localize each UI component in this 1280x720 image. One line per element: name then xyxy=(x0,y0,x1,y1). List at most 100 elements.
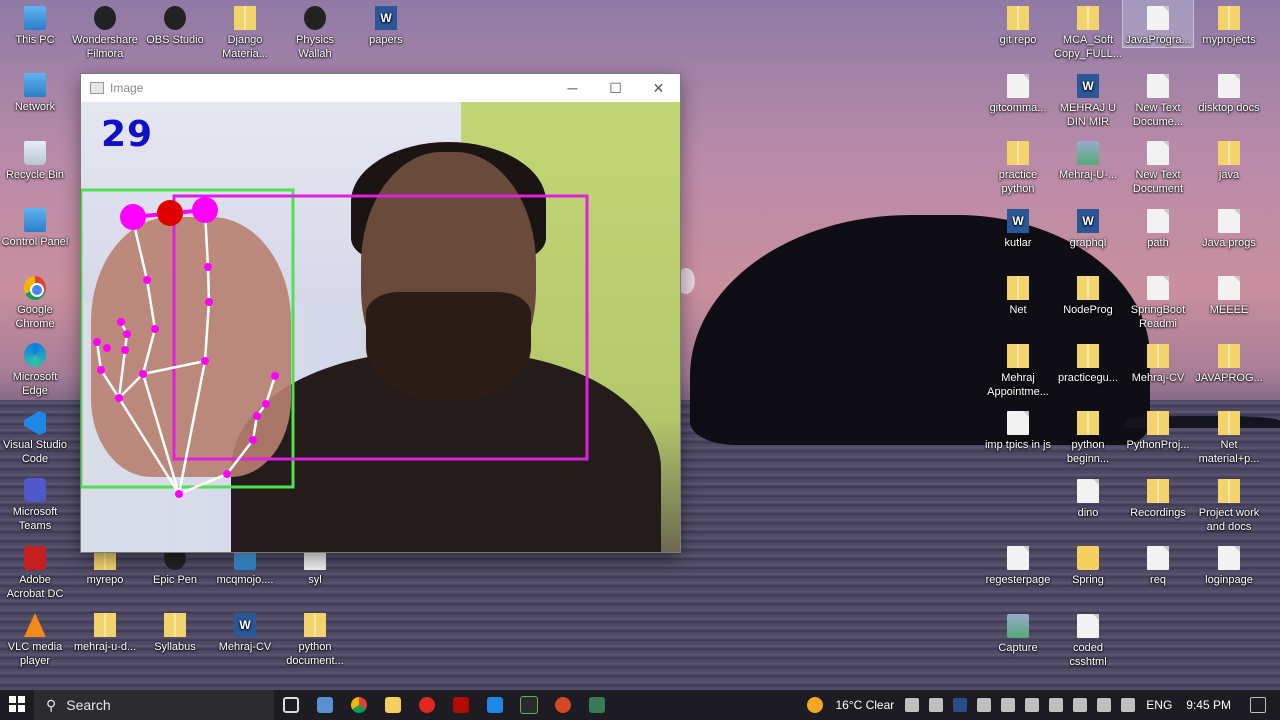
desktop-icon-mehraj-cv[interactable]: W Mehraj-CV xyxy=(210,607,280,654)
desktop-icon-gitcomma[interactable]: gitcomma... xyxy=(983,68,1053,115)
desktop-icon-net-material-p[interactable]: Net material+p... xyxy=(1194,405,1264,466)
desktop-icon-papers[interactable]: Wpapers xyxy=(351,0,421,47)
tray-app-icon-3[interactable] xyxy=(1025,698,1040,712)
desktop-icon-visual-studio-code[interactable]: Visual Studio Code xyxy=(0,405,70,466)
window-title: Image xyxy=(110,81,144,95)
language-indicator[interactable]: ENG xyxy=(1146,698,1172,712)
desktop-icon-path[interactable]: path xyxy=(1123,203,1193,250)
desktop-icon-python-document[interactable]: python document... xyxy=(280,607,350,668)
desktop-icon-net[interactable]: Net xyxy=(983,270,1053,317)
desktop-icon-vlc-media-player[interactable]: VLC media player xyxy=(0,607,70,668)
desktop-icon-practicegu[interactable]: practicegu... xyxy=(1053,338,1123,385)
app-icon-explorer[interactable] xyxy=(308,690,342,720)
desktop-icon-capture[interactable]: Capture xyxy=(983,608,1053,655)
desktop-icon-django-materia[interactable]: Django Materia... xyxy=(210,0,280,61)
desktop-icon-project-work-and-docs[interactable]: Project work and docs xyxy=(1194,473,1264,534)
desktop-icon-microsoft-teams[interactable]: Microsoft Teams xyxy=(0,472,70,533)
desktop-icon-mehraj-u[interactable]: Mehraj-U-... xyxy=(1053,135,1123,182)
search-input[interactable]: Search xyxy=(66,697,110,713)
desktop-icon-springboot-readmi[interactable]: SpringBoot Readmi xyxy=(1123,270,1193,331)
desktop-icon-google-chrome[interactable]: Google Chrome xyxy=(0,270,70,331)
app-icon-opera[interactable] xyxy=(410,690,444,720)
desktop-icon-disktop-docs[interactable]: disktop docs xyxy=(1194,68,1264,115)
desktop-icon-coded-csshtml[interactable]: coded csshtml xyxy=(1053,608,1123,669)
active-tip-marker xyxy=(157,200,183,226)
desktop-icon-this-pc[interactable]: This PC xyxy=(0,0,70,47)
desktop-icon-meeee[interactable]: MEEEE xyxy=(1194,270,1264,317)
notification-icon[interactable] xyxy=(1250,697,1266,713)
desktop-icon-mca-soft-copy-full[interactable]: MCA_Soft Copy_FULL... xyxy=(1053,0,1123,61)
desktop-icon-network[interactable]: Network xyxy=(0,67,70,114)
desktop-icon-control-panel[interactable]: Control Panel xyxy=(0,202,70,249)
app-icon-acrobat[interactable] xyxy=(444,690,478,720)
desktop-icon-mehraj-u-din-mir[interactable]: W MEHRAJ U DIN MIR xyxy=(1053,68,1123,129)
app-icon-powerpoint[interactable] xyxy=(546,690,580,720)
desktop-icon-practice-python[interactable]: practice python xyxy=(983,135,1053,196)
desktop-icon-javaprog[interactable]: JAVAPROG... xyxy=(1194,338,1264,385)
desktop-icon-req[interactable]: req xyxy=(1123,540,1193,587)
taskbar: ⚲ Search 16°C Clear ENG 9:45 PM xyxy=(0,690,1280,720)
clock[interactable]: 9:45 PM xyxy=(1186,698,1231,712)
desktop-icon-nodeprog[interactable]: NodeProg xyxy=(1053,270,1123,317)
tray-volume-icon[interactable] xyxy=(1097,698,1112,712)
desktop-icon-label: dino xyxy=(1077,506,1099,519)
desktop-icon-spring[interactable]: Spring xyxy=(1053,540,1123,587)
desktop-icon-kutlar[interactable]: Wkutlar xyxy=(983,203,1053,250)
desktop-icon-myprojects[interactable]: myprojects xyxy=(1194,0,1264,47)
desktop-icon-obs-studio[interactable]: OBS Studio xyxy=(140,0,210,47)
desktop-icon-recycle-bin[interactable]: Recycle Bin xyxy=(0,135,70,182)
pc-file-icon xyxy=(24,6,46,30)
tray-app-icon-1[interactable] xyxy=(905,698,920,712)
tray-network-icon[interactable] xyxy=(1049,698,1064,712)
close-button[interactable]: ✕ xyxy=(637,74,680,102)
desktop-icon-python-beginn[interactable]: python beginn... xyxy=(1053,405,1123,466)
tray-bluetooth-icon[interactable] xyxy=(1001,698,1016,712)
desktop-icon-syllabus[interactable]: Syllabus xyxy=(140,607,210,654)
desktop-icon-java[interactable]: java xyxy=(1194,135,1264,182)
desktop-icon-new-text-docume[interactable]: New Text Docume... xyxy=(1123,68,1193,129)
tray-pen-icon[interactable] xyxy=(1121,698,1136,712)
desktop-icon-new-text-document[interactable]: New Text Document xyxy=(1123,135,1193,196)
weather-icon[interactable] xyxy=(807,697,824,713)
desktop-icon-graphql[interactable]: Wgraphql xyxy=(1053,203,1123,250)
desktop-icon-physics-wallah[interactable]: Physics Wallah xyxy=(280,0,350,61)
task-view-icon[interactable] xyxy=(274,690,308,720)
hand-landmark-point xyxy=(204,263,212,271)
skeleton-line xyxy=(117,349,127,399)
minimize-button[interactable]: ─ xyxy=(551,74,594,102)
app-icon-chrome[interactable] xyxy=(342,690,376,720)
desktop-icon-recordings[interactable]: Recordings xyxy=(1123,473,1193,520)
tray-mic-icon[interactable] xyxy=(929,698,944,712)
desktop-icon-wondershare-filmora[interactable]: Wondershare Filmora xyxy=(70,0,140,61)
app-icon-file-explorer[interactable] xyxy=(376,690,410,720)
desktop-icon-microsoft-edge[interactable]: Microsoft Edge xyxy=(0,337,70,398)
desktop-icon-dino[interactable]: dino xyxy=(1053,473,1123,520)
middle-tip-marker xyxy=(192,197,218,223)
desktop-icon-regesterpage[interactable]: regesterpage xyxy=(983,540,1053,587)
window-titlebar[interactable]: Image ─ ☐ ✕ xyxy=(81,74,680,102)
desktop-icon-mehraj-appointme[interactable]: Mehraj Appointme... xyxy=(983,338,1053,399)
maximize-button[interactable]: ☐ xyxy=(594,74,637,102)
img-file-icon xyxy=(1077,141,1099,165)
desktop-icon-javaprogra[interactable]: JavaProgra... xyxy=(1122,0,1194,48)
app-icon-image-viewer[interactable] xyxy=(580,690,614,720)
desktop-icon-pythonproj[interactable]: PythonProj... xyxy=(1123,405,1193,452)
desktop-icon-label: Google Chrome xyxy=(15,304,55,330)
start-button[interactable] xyxy=(0,695,34,715)
desktop-icon-loginpage[interactable]: loginpage xyxy=(1194,540,1264,587)
desktop-icon-java-progs[interactable]: Java progs xyxy=(1194,203,1264,250)
tray-app-icon-2[interactable] xyxy=(977,698,992,712)
tray-word-icon[interactable] xyxy=(953,698,968,712)
desktop-icon-adobe-acrobat-dc[interactable]: Adobe Acrobat DC xyxy=(0,540,70,601)
taskbar-search[interactable]: ⚲ Search xyxy=(34,690,274,720)
app-icon-terminal[interactable] xyxy=(512,690,546,720)
desktop-icon-imp-tpics-in-js[interactable]: imp tpics in js xyxy=(983,405,1053,452)
app-icon-vscode[interactable] xyxy=(478,690,512,720)
image-window[interactable]: Image ─ ☐ ✕ 29 xyxy=(81,74,680,552)
weather-text[interactable]: 16°C Clear xyxy=(835,698,894,712)
desktop-icon-mehraj-u-d[interactable]: mehraj-u-d... xyxy=(70,607,140,654)
desktop-icon-git-repo[interactable]: git repo xyxy=(983,0,1053,47)
desktop-icon-label: MEEEE xyxy=(1209,304,1249,316)
tray-battery-icon[interactable] xyxy=(1073,698,1088,712)
desktop-icon-mehraj-cv[interactable]: Mehraj-CV xyxy=(1123,338,1193,385)
